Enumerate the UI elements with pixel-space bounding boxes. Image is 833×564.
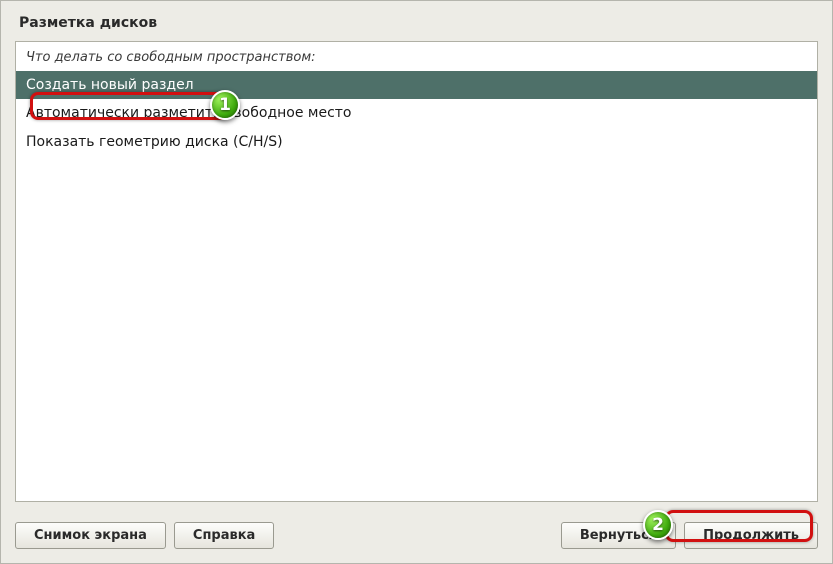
back-button[interactable]: Вернуться bbox=[561, 522, 676, 549]
spacer bbox=[282, 522, 552, 549]
option-auto-partition-free-space[interactable]: Автоматически разметить свободное место bbox=[16, 99, 817, 127]
prompt-text: Что делать со свободным пространством: bbox=[16, 42, 817, 71]
button-bar: Снимок экрана Справка Вернуться Продолжи… bbox=[1, 512, 832, 563]
continue-button[interactable]: Продолжить bbox=[684, 522, 818, 549]
partition-window: Разметка дисков Что делать со свободным … bbox=[0, 0, 833, 564]
option-create-new-partition[interactable]: Создать новый раздел bbox=[16, 71, 817, 99]
window-title: Разметка дисков bbox=[1, 1, 832, 41]
option-show-disk-geometry[interactable]: Показать геометрию диска (C/H/S) bbox=[16, 128, 817, 156]
help-button[interactable]: Справка bbox=[174, 522, 274, 549]
content-panel: Что делать со свободным пространством: С… bbox=[15, 41, 818, 502]
option-list: Создать новый раздел Автоматически разме… bbox=[16, 71, 817, 501]
screenshot-button[interactable]: Снимок экрана bbox=[15, 522, 166, 549]
